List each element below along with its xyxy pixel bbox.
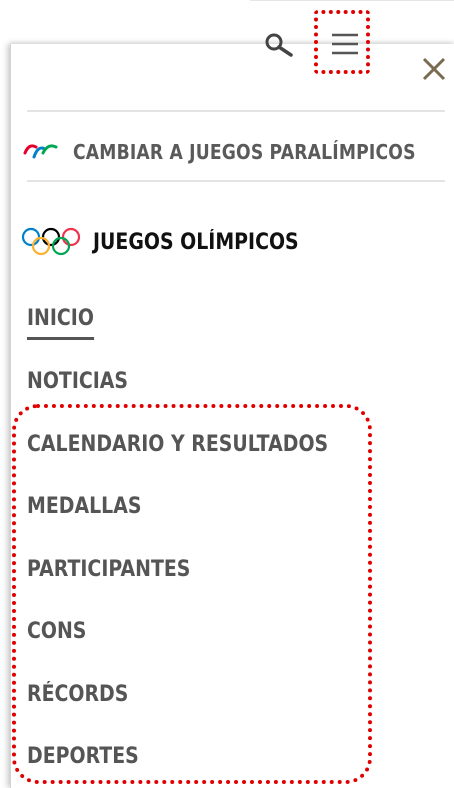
nav-item-label: INICIO: [27, 306, 94, 341]
nav-item-calendario[interactable]: CALENDARIO Y RESULTADOS: [27, 413, 447, 476]
nav-item-label: MEDALLAS: [27, 494, 142, 520]
section-title: JUEGOS OLÍMPICOS: [21, 222, 332, 262]
nav-item-noticias[interactable]: NOTICIAS: [27, 351, 447, 414]
nav-item-label: CONS: [27, 619, 87, 645]
page: CAMBIAR A JUEGOS PARALÍMPICOS JUEGOS OLÍ…: [0, 0, 454, 788]
search-icon: [265, 33, 293, 57]
section-title-label: JUEGOS OLÍMPICOS: [93, 229, 299, 255]
nav-item-cons[interactable]: CONS: [27, 601, 447, 664]
switch-link-label: CAMBIAR A JUEGOS PARALÍMPICOS: [73, 140, 416, 164]
nav-item-label: DEPORTES: [27, 744, 139, 770]
close-icon: [422, 57, 446, 81]
nav-item-deportes[interactable]: DEPORTES: [27, 726, 447, 788]
menu-button[interactable]: [326, 26, 364, 64]
nav-item-medallas[interactable]: MEDALLAS: [27, 476, 447, 539]
close-button[interactable]: [419, 54, 449, 84]
main-nav: INICIO NOTICIAS CALENDARIO Y RESULTADOS …: [27, 288, 447, 788]
nav-item-participantes[interactable]: PARTICIPANTES: [27, 538, 447, 601]
switch-to-paralympics-link[interactable]: CAMBIAR A JUEGOS PARALÍMPICOS: [23, 132, 454, 172]
nav-item-label: CALENDARIO Y RESULTADOS: [27, 431, 329, 457]
hamburger-menu-icon: [332, 33, 358, 55]
nav-item-label: RÉCORDS: [27, 681, 129, 707]
nav-item-records[interactable]: RÉCORDS: [27, 663, 447, 726]
nav-item-label: NOTICIAS: [27, 369, 129, 395]
divider: [27, 180, 445, 182]
paralympic-agitos-icon: [23, 144, 58, 159]
olympic-rings-icon: [21, 227, 81, 256]
divider: [27, 110, 445, 112]
nav-item-inicio[interactable]: INICIO: [27, 288, 447, 351]
navigation-panel: CAMBIAR A JUEGOS PARALÍMPICOS JUEGOS OLÍ…: [10, 44, 454, 788]
nav-item-label: PARTICIPANTES: [27, 556, 191, 582]
search-button[interactable]: [262, 28, 298, 64]
